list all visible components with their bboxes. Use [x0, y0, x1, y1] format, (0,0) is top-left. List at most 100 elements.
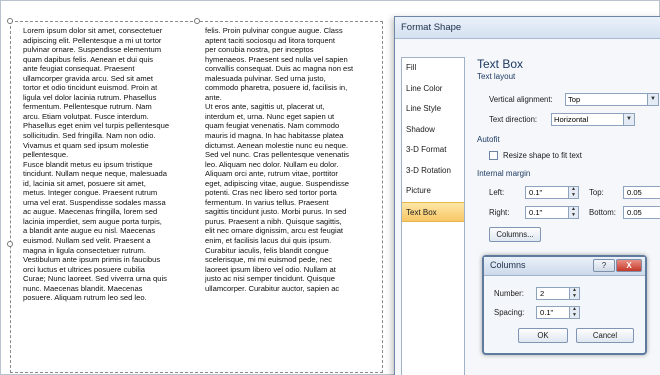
- bottom-margin-label: Bottom:: [589, 208, 616, 217]
- nav-item-3d-format[interactable]: 3-D Format: [402, 140, 464, 161]
- text-line: laoreet ipsum libero vel odio. Nullam at: [205, 264, 336, 274]
- autofit-label: Autofit: [477, 135, 500, 144]
- text-line: Lorem ipsum dolor sit amet, consectetuer: [23, 26, 163, 35]
- text-line: ante feugiat consequat. Praesent: [23, 64, 135, 74]
- text-line: posuere. Aliquam rutrum leo sed leo.: [23, 293, 147, 303]
- text-line: ac augue. Maecenas fringilla, lorem sed: [23, 207, 158, 217]
- vertical-alignment-label: Vertical alignment:: [489, 95, 553, 104]
- left-margin-value: 0.1": [529, 188, 543, 197]
- text-line: sollicitudin. Sed fringilla. Nam non odi…: [23, 131, 156, 141]
- text-line: quam feugiat venenatis. Nam commodo: [205, 121, 340, 131]
- spin-arrows-icon[interactable]: ▲ ▼: [569, 287, 579, 299]
- nav-item-shadow[interactable]: Shadow: [402, 120, 464, 141]
- left-margin-input[interactable]: 0.1" ▲ ▼: [525, 186, 579, 199]
- ok-button[interactable]: OK: [518, 328, 568, 343]
- columns-button[interactable]: Columns...: [489, 227, 541, 242]
- text-line: interdum et, urna. Nunc eget sapien ut: [205, 111, 335, 121]
- text-line: id, lacinia sit amet, posuere sit amet,: [23, 178, 146, 188]
- nav-item-picture[interactable]: Picture: [402, 181, 464, 202]
- text-line: malesuada pulvinar. Sed urna justo,: [205, 73, 326, 83]
- number-label: Number:: [494, 289, 524, 298]
- vertical-alignment-value: Top: [568, 95, 581, 104]
- format-shape-title: Format Shape: [395, 17, 660, 39]
- bottom-margin-value: 0.05: [627, 208, 642, 217]
- text-line: lacinia imperdiet, sem augue porta turpi…: [23, 216, 162, 226]
- nav-item-fill[interactable]: Fill: [402, 58, 464, 79]
- text-line: euismod. Nullam sed velit. Praesent a: [23, 236, 151, 246]
- spin-arrows-icon[interactable]: ▲ ▼: [568, 206, 578, 218]
- text-line: ullamcorper. Curabitur auctor, sapien ac: [205, 283, 340, 293]
- text-line: ullamcorper gravida arcu. Sed sit amet: [23, 73, 153, 83]
- text-line: dictumst. Aenean molestie nunc eu neque.: [205, 140, 349, 150]
- text-line: sagittis tincidunt justo. Morbi purus. I…: [205, 207, 347, 217]
- text-line: pellentesque.: [23, 150, 69, 160]
- spacing-value: 0.1": [540, 308, 554, 317]
- spin-arrows-icon[interactable]: ▲ ▼: [569, 306, 579, 318]
- text-line: purus. Praesent a nibh. Quisque sagittis…: [205, 216, 342, 226]
- text-line: ante.: [205, 92, 222, 102]
- right-margin-label: Right:: [489, 208, 510, 217]
- spin-arrows-icon[interactable]: ▲ ▼: [568, 186, 578, 198]
- text-line: Vestibulum ante ipsum primis in faucibus: [23, 255, 161, 265]
- text-column-left: Lorem ipsum dolor sit amet, consectetuer…: [23, 26, 193, 303]
- text-line: aptent taciti sociosqu ad litora torquen…: [205, 35, 336, 45]
- bottom-margin-input[interactable]: 0.05: [623, 206, 660, 219]
- close-icon[interactable]: X: [616, 259, 642, 272]
- text-line: ligula vel dolor lacinia rutrum. Phasell…: [23, 92, 157, 102]
- shape-handle-top-left[interactable]: [7, 18, 13, 24]
- text-line: tortor et odio tincidunt euismod. Proin …: [23, 83, 158, 93]
- text-line: Ut eros ante, sagittis ut, placerat ut,: [205, 102, 325, 112]
- nav-item-line-style[interactable]: Line Style: [402, 99, 464, 120]
- left-margin-label: Left:: [489, 188, 505, 197]
- text-line: fermentum. In varius tellus. Praesent: [205, 197, 329, 207]
- text-line: Curabitur iaculis, felis blandit congue: [205, 245, 329, 255]
- text-line: magna in ligula consectetuer rutrum.: [23, 245, 146, 255]
- shape-handle-top-middle[interactable]: [194, 18, 200, 24]
- spacing-label: Spacing:: [494, 308, 525, 317]
- vertical-alignment-select[interactable]: Top ▼: [565, 93, 659, 106]
- nav-item-3d-rotation[interactable]: 3-D Rotation: [402, 161, 464, 182]
- text-column-right: felis. Proin pulvinar congue augue. Clas…: [205, 26, 375, 293]
- columns-dialog-title-bar: Columns ? X: [484, 257, 645, 276]
- text-line: enim, et facilisis lacus dui quis ipsum.: [205, 236, 332, 246]
- text-line: orci luctus et ultrices posuere cubilia: [23, 264, 145, 274]
- text-line: leo. Aliquam nec dolor. Nullam eu dolor.: [205, 159, 339, 169]
- top-margin-label: Top:: [589, 188, 604, 197]
- text-line: Fusce blandit metus eu ipsum tristique: [23, 159, 153, 169]
- resize-shape-checkbox[interactable]: [489, 151, 498, 160]
- internal-margin-label: Internal margin: [477, 169, 531, 178]
- top-margin-input[interactable]: 0.05: [623, 186, 660, 199]
- text-box-shape[interactable]: Lorem ipsum dolor sit amet, consectetuer…: [10, 21, 383, 373]
- text-line: adipiscing elit. Pellentesque a mi ut to…: [23, 35, 162, 45]
- text-line: hymenaeos. Praesent sed nulla vel sapien: [205, 54, 348, 64]
- text-line: eget, adipiscing vitae, augue. Suspendis…: [205, 178, 349, 188]
- text-direction-select[interactable]: Horizontal ▼: [551, 113, 635, 126]
- shape-handle-middle-left[interactable]: [7, 241, 13, 247]
- text-line: per conubia nostra, per inceptos: [205, 45, 314, 55]
- text-line: Phasellus eget enim vel turpis pellentes…: [23, 121, 170, 131]
- text-line: tincidunt. Nullam neque neque, malesuada: [23, 169, 167, 179]
- top-margin-value: 0.05: [627, 188, 642, 197]
- columns-dialog-title: Columns: [490, 260, 526, 270]
- text-line: a blandit ante augue eu nisl. Maecenas: [23, 226, 156, 236]
- text-line: urna vel erat. Suspendisse sodales massa: [23, 197, 166, 207]
- text-line: pulvinar ornare. Suspendisse elementum: [23, 45, 162, 55]
- text-line: nunc. Maecenas blandit. Maecenas: [23, 283, 143, 293]
- nav-item-line-color[interactable]: Line Color: [402, 79, 464, 100]
- right-margin-input[interactable]: 0.1" ▲ ▼: [525, 206, 579, 219]
- text-line: commodo pharetra, posuere id, facilisis …: [205, 83, 348, 93]
- nav-item-text-box[interactable]: Text Box: [402, 201, 464, 222]
- text-line: fermentum. Pellentesque rutrum. Nam: [23, 102, 152, 112]
- panel-title: Text Box: [477, 57, 524, 71]
- text-line: Aliquam orci ante, rutrum vitae, porttit…: [205, 169, 338, 179]
- text-line: Sed vel nunc. Cras pellentesque venenati…: [205, 150, 349, 160]
- text-line: potenti. Cras nec libero sed tortor port…: [205, 188, 337, 198]
- cancel-button[interactable]: Cancel: [576, 328, 634, 343]
- text-direction-value: Horizontal: [554, 115, 589, 124]
- text-line: arcu. Etiam volutpat. Fusce interdum.: [23, 111, 149, 121]
- help-icon[interactable]: ?: [593, 259, 615, 272]
- format-shape-nav: Fill Line Color Line Style Shadow 3-D Fo…: [401, 57, 465, 375]
- number-input[interactable]: 2 ▲ ▼: [536, 287, 580, 300]
- right-margin-value: 0.1": [529, 208, 543, 217]
- spacing-input[interactable]: 0.1" ▲ ▼: [536, 306, 580, 319]
